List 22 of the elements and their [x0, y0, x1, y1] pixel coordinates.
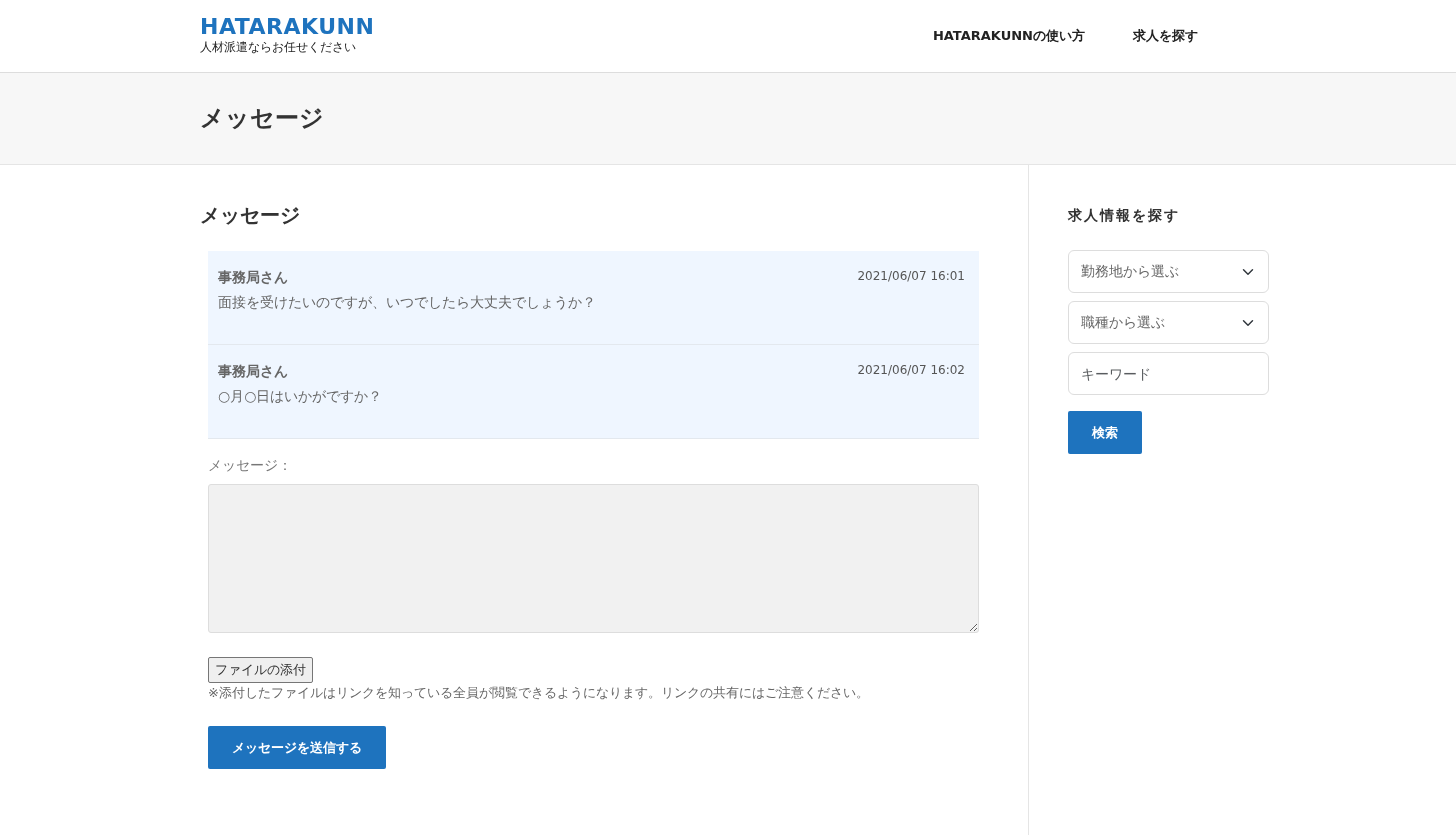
tagline: 人材派遣ならお任せください: [200, 39, 357, 56]
attach-file-button[interactable]: ファイルの添付: [208, 657, 313, 683]
keyword-field[interactable]: キーワード: [1068, 352, 1269, 395]
sidebar-heading: 求人情報を探す: [1068, 206, 1181, 225]
sender-name: 事務局さん: [218, 268, 288, 287]
message-text: 面接を受けたいのですが、いつでしたら大丈夫でしょうか？: [218, 293, 597, 312]
dropdown[interactable]: 勤務地から選ぶ: [1068, 250, 1269, 293]
sender-name: 事務局さん: [218, 362, 288, 381]
message-time: 2021/06/07 16:02: [857, 362, 965, 379]
nav-link[interactable]: HATARAKUNNの使い方: [932, 26, 1085, 46]
section-heading: メッセージ: [200, 203, 301, 227]
nav-link[interactable]: 求人を探す: [1133, 26, 1198, 46]
message-field[interactable]: [208, 484, 979, 633]
page-title: メッセージ: [200, 104, 324, 133]
field-label: メッセージ：: [208, 456, 293, 475]
message-text: ○月○日はいかがですか？: [218, 387, 384, 406]
send-message-button[interactable]: メッセージを送信する: [208, 726, 386, 769]
dropdown[interactable]: 職種から選ぶ: [1068, 301, 1269, 344]
message-time: 2021/06/07 16:01: [857, 268, 965, 285]
attachment-note: ※添付したファイルはリンクを知っている全員が閲覧できるようになります。リンクの共有にはご注意ください。: [208, 683, 870, 702]
search-button[interactable]: 検索: [1068, 411, 1142, 454]
logo-text[interactable]: HATARAKUNN: [200, 16, 375, 38]
